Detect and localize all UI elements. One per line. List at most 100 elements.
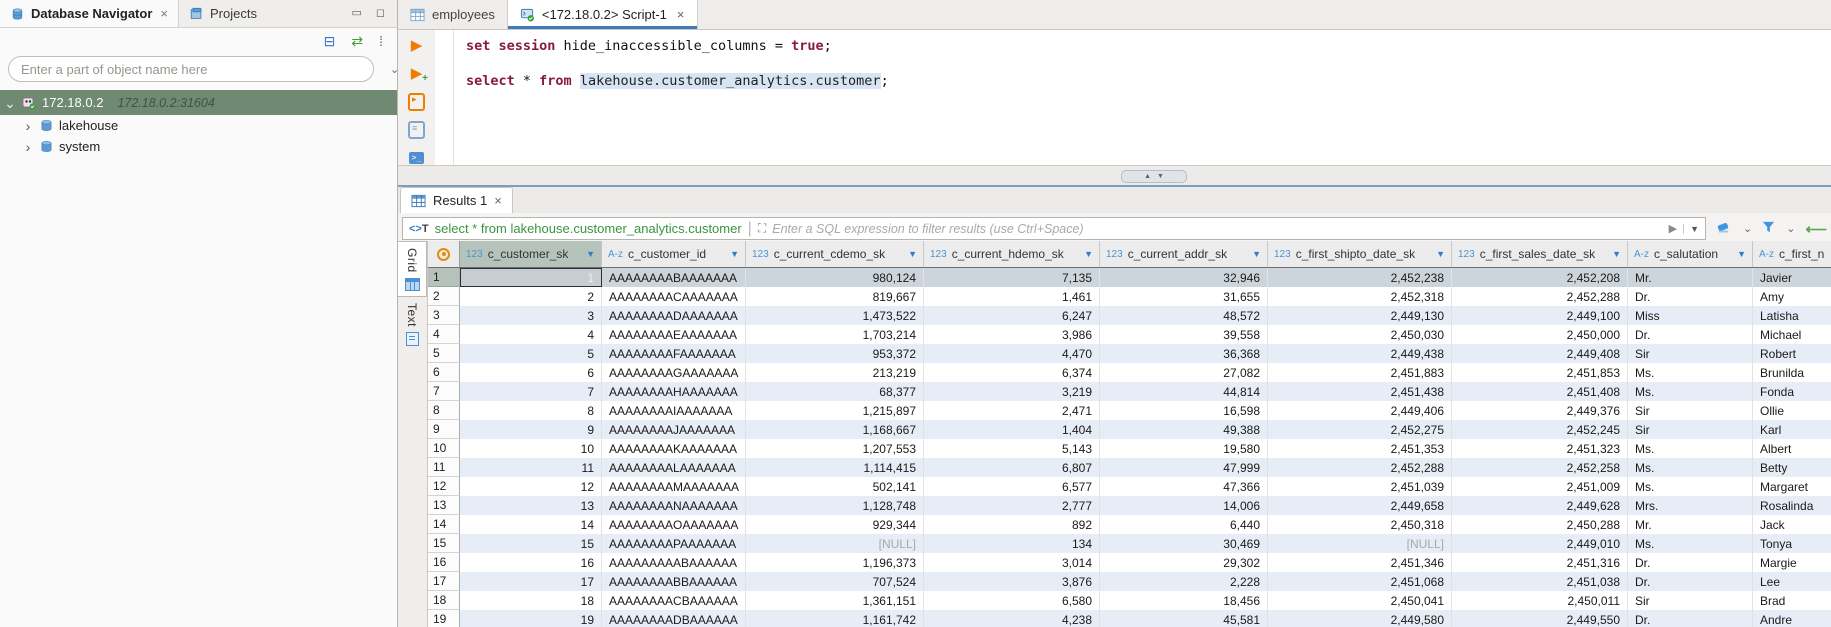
grid-cell[interactable]: 2,451,323 — [1452, 439, 1628, 458]
filter-table-reference[interactable]: select * from lakehouse.customer_analyti… — [435, 221, 742, 236]
grid-cell[interactable]: 6,374 — [924, 363, 1100, 382]
row-number[interactable]: 18 — [428, 591, 460, 610]
grid-cell[interactable]: Ms. — [1628, 477, 1753, 496]
grid-cell[interactable]: 49,388 — [1100, 420, 1268, 439]
table-row[interactable]: 66AAAAAAAAGAAAAAAA213,2196,37427,0822,45… — [428, 363, 1831, 382]
grid-cell[interactable]: 1,404 — [924, 420, 1100, 439]
grid-cell[interactable]: 6,247 — [924, 306, 1100, 325]
table-row[interactable]: 1111AAAAAAAALAAAAAAA1,114,4156,80747,999… — [428, 458, 1831, 477]
row-number[interactable]: 16 — [428, 553, 460, 572]
maximize-icon[interactable]: ◻ — [376, 8, 385, 19]
grid-cell[interactable]: 2,452,288 — [1452, 287, 1628, 306]
grid-cell[interactable]: 2,451,346 — [1268, 553, 1452, 572]
column-dropdown-icon[interactable]: ▼ — [1252, 249, 1261, 259]
editor-results-splitter[interactable]: ▲▼ — [398, 165, 1831, 186]
grid-cell[interactable]: Fonda — [1753, 382, 1831, 401]
row-number-header[interactable] — [428, 241, 460, 267]
grid-cell[interactable]: 2,450,011 — [1452, 591, 1628, 610]
grid-cell[interactable]: Sir — [1628, 401, 1753, 420]
grid-cell[interactable]: Ms. — [1628, 458, 1753, 477]
chevron-right-icon[interactable]: › — [22, 140, 34, 154]
grid-cell[interactable]: 14,006 — [1100, 496, 1268, 515]
grid-cell[interactable]: AAAAAAAAKAAAAAAA — [602, 439, 746, 458]
open-console-button[interactable]: >_ — [408, 149, 425, 166]
grid-cell[interactable]: Dr. — [1628, 287, 1753, 306]
results-filter-input[interactable]: <>T select * from lakehouse.customer_ana… — [402, 217, 1706, 240]
grid-filter-icon[interactable] — [1762, 221, 1776, 237]
grid-cell[interactable]: 2,451,316 — [1452, 553, 1628, 572]
grid-cell[interactable]: 3,219 — [924, 382, 1100, 401]
row-number[interactable]: 8 — [428, 401, 460, 420]
grid-cell[interactable]: 1,361,151 — [746, 591, 924, 610]
grid-cell[interactable]: 6,807 — [924, 458, 1100, 477]
grid-cell[interactable]: 502,141 — [746, 477, 924, 496]
grid-cell[interactable]: AAAAAAAAEAAAAAAA — [602, 325, 746, 344]
column-header-c_customer_id[interactable]: A-zc_customer_id▼ — [602, 241, 746, 267]
row-number[interactable]: 3 — [428, 306, 460, 325]
grid-cell[interactable]: 2,451,009 — [1452, 477, 1628, 496]
expand-filter-icon[interactable]: ⛶ — [758, 221, 766, 236]
table-row[interactable]: 1818AAAAAAAACBAAAAAA1,361,1516,58018,456… — [428, 591, 1831, 610]
row-number[interactable]: 6 — [428, 363, 460, 382]
grid-cell[interactable]: AAAAAAAABBAAAAAA — [602, 572, 746, 591]
grid-cell[interactable]: AAAAAAAAJAAAAAAA — [602, 420, 746, 439]
grid-cell[interactable]: 2,777 — [924, 496, 1100, 515]
row-number[interactable]: 4 — [428, 325, 460, 344]
grid-cell[interactable]: 1,473,522 — [746, 306, 924, 325]
grid-cell[interactable]: 819,667 — [746, 287, 924, 306]
grid-cell[interactable]: 980,124 — [746, 268, 924, 287]
grid-cell[interactable]: 1 — [460, 268, 602, 287]
grid-cell[interactable]: 707,524 — [746, 572, 924, 591]
grid-cell[interactable]: 19 — [460, 610, 602, 627]
column-header-c_current_cdemo_sk[interactable]: 123c_current_cdemo_sk▼ — [746, 241, 924, 267]
grid-cell[interactable]: 36,368 — [1100, 344, 1268, 363]
grid-cell[interactable]: Ms. — [1628, 382, 1753, 401]
grid-cell[interactable]: 929,344 — [746, 515, 924, 534]
grid-cell[interactable]: 10 — [460, 439, 602, 458]
grid-cell[interactable]: 4,470 — [924, 344, 1100, 363]
table-row[interactable]: 11AAAAAAAABAAAAAAA980,1247,13532,9462,45… — [428, 268, 1831, 287]
link-with-editor-icon[interactable]: ⇄ — [351, 34, 363, 48]
chevron-down-icon[interactable]: ⌄ — [1743, 222, 1752, 235]
grid-cell[interactable]: 39,558 — [1100, 325, 1268, 344]
row-number[interactable]: 17 — [428, 572, 460, 591]
tab-projects[interactable]: Projects — [179, 0, 267, 27]
grid-cell[interactable]: AAAAAAAAABAAAAAA — [602, 553, 746, 572]
grid-cell[interactable]: 7 — [460, 382, 602, 401]
grid-cell[interactable]: Robert — [1753, 344, 1831, 363]
table-row[interactable]: 55AAAAAAAAFAAAAAAA953,3724,47036,3682,44… — [428, 344, 1831, 363]
grid-cell[interactable]: 13 — [460, 496, 602, 515]
execute-new-tab-button[interactable]: ▶+ — [408, 65, 425, 82]
close-icon[interactable]: × — [494, 193, 502, 208]
grid-cell[interactable]: 2,449,130 — [1268, 306, 1452, 325]
grid-cell[interactable]: 2,471 — [924, 401, 1100, 420]
column-dropdown-icon[interactable]: ▼ — [1084, 249, 1093, 259]
grid-cell[interactable]: 2,449,408 — [1452, 344, 1628, 363]
table-row[interactable]: 1717AAAAAAAABBAAAAAA707,5243,8762,2282,4… — [428, 572, 1831, 591]
column-dropdown-icon[interactable]: ▼ — [908, 249, 917, 259]
table-row[interactable]: 1010AAAAAAAAKAAAAAAA1,207,5535,14319,580… — [428, 439, 1831, 458]
grid-cell[interactable]: 9 — [460, 420, 602, 439]
grid-cell[interactable]: Sir — [1628, 591, 1753, 610]
grid-cell[interactable]: 6 — [460, 363, 602, 382]
tree-item-lakehouse[interactable]: ›lakehouse — [0, 115, 397, 136]
grid-cell[interactable]: Mrs. — [1628, 496, 1753, 515]
grid-cell[interactable]: Albert — [1753, 439, 1831, 458]
grid-cell[interactable]: 2,449,406 — [1268, 401, 1452, 420]
row-number[interactable]: 13 — [428, 496, 460, 515]
row-number[interactable]: 9 — [428, 420, 460, 439]
grid-cell[interactable]: 3 — [460, 306, 602, 325]
grid-cell[interactable]: 134 — [924, 534, 1100, 553]
grid-cell[interactable]: 2,451,038 — [1452, 572, 1628, 591]
row-number[interactable]: 11 — [428, 458, 460, 477]
grid-cell[interactable]: AAAAAAAACBAAAAAA — [602, 591, 746, 610]
grid-cell[interactable]: 16 — [460, 553, 602, 572]
row-number[interactable]: 1 — [428, 268, 460, 287]
grid-cell[interactable]: 3,986 — [924, 325, 1100, 344]
grid-cell[interactable]: 2,452,258 — [1452, 458, 1628, 477]
column-dropdown-icon[interactable]: ▼ — [1436, 249, 1445, 259]
chevron-down-icon[interactable]: ⌄ — [1786, 222, 1795, 235]
grid-cell[interactable]: 11 — [460, 458, 602, 477]
grid-cell[interactable]: 29,302 — [1100, 553, 1268, 572]
grid-cell[interactable]: 2,449,580 — [1268, 610, 1452, 627]
